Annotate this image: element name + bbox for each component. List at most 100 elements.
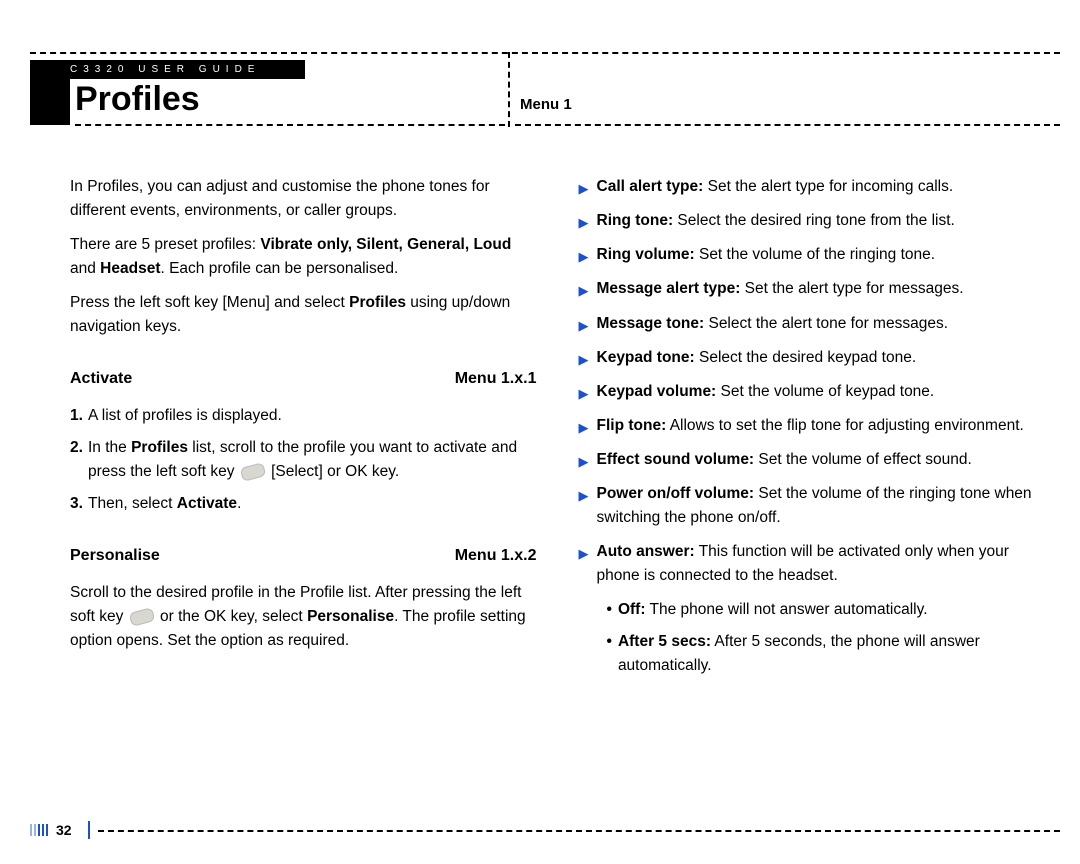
text: In the: [88, 439, 131, 456]
personalise-paragraph: Scroll to the desired profile in the Pro…: [70, 581, 537, 653]
arrow-icon: ▶: [579, 418, 589, 438]
profiles-bold: Profiles: [349, 294, 406, 311]
desc: Set the alert type for messages.: [740, 280, 963, 297]
term: Keypad volume:: [597, 383, 717, 400]
arrow-icon: ▶: [579, 384, 589, 404]
softkey-icon: [239, 462, 266, 482]
profiles-bold: Profiles: [131, 439, 188, 456]
page-title: Profiles: [75, 80, 200, 119]
option-text: Ring tone: Select the desired ring tone …: [597, 209, 955, 233]
option-text: Auto answer: This function will be activ…: [597, 540, 1046, 588]
footer-dashed-rule: [98, 830, 1060, 832]
sub-option-text: After 5 secs: After 5 seconds, the phone…: [618, 630, 1045, 678]
personalise-menu-ref: Menu 1.x.2: [455, 544, 537, 569]
text: .: [237, 495, 241, 512]
bullet-dot-icon: •: [607, 630, 612, 678]
bullet-dot-icon: •: [607, 598, 612, 622]
footer: 32: [30, 821, 1060, 839]
step-number: 2.: [70, 436, 88, 484]
arrow-icon: ▶: [579, 350, 589, 370]
footer-vertical-rule: [88, 821, 90, 839]
option-message-alert-type: ▶ Message alert type: Set the alert type…: [579, 277, 1046, 301]
option-text: Keypad tone: Select the desired keypad t…: [597, 346, 917, 370]
option-ring-volume: ▶ Ring volume: Set the volume of the rin…: [579, 243, 1046, 267]
option-text: Keypad volume: Set the volume of keypad …: [597, 380, 935, 404]
intro-paragraph-1: In Profiles, you can adjust and customis…: [70, 175, 537, 223]
option-text: Effect sound volume: Set the volume of e…: [597, 448, 972, 472]
desc: The phone will not answer automatically.: [645, 601, 927, 618]
activate-title: Activate: [70, 367, 132, 392]
step-2: 2. In the Profiles list, scroll to the p…: [70, 436, 537, 484]
option-keypad-volume: ▶ Keypad volume: Set the volume of keypa…: [579, 380, 1046, 404]
term: Message tone:: [597, 315, 705, 332]
term: Power on/off volume:: [597, 485, 755, 502]
activate-heading: Activate Menu 1.x.1: [70, 367, 537, 392]
text: Then, select: [88, 495, 177, 512]
desc: Set the volume of keypad tone.: [716, 383, 934, 400]
text: or the OK key, select: [156, 608, 307, 625]
softkey-icon: [128, 607, 155, 627]
preset-profiles-bold: Vibrate only, Silent, General, Loud: [260, 236, 511, 253]
option-effect-sound-volume: ▶ Effect sound volume: Set the volume of…: [579, 448, 1046, 472]
term: Ring tone:: [597, 212, 674, 229]
sub-option-text: Off: The phone will not answer automatic…: [618, 598, 928, 622]
intro-paragraph-2: There are 5 preset profiles: Vibrate onl…: [70, 233, 537, 281]
black-side-bar: [30, 75, 70, 125]
option-power-onoff-volume: ▶ Power on/off volume: Set the volume of…: [579, 482, 1046, 530]
step-3: 3. Then, select Activate.: [70, 492, 537, 516]
option-text: Flip tone: Allows to set the flip tone f…: [597, 414, 1024, 438]
top-dashed-rule: [30, 52, 1060, 54]
option-message-tone: ▶ Message tone: Select the alert tone fo…: [579, 312, 1046, 336]
arrow-icon: ▶: [579, 179, 589, 199]
option-text: Power on/off volume: Set the volume of t…: [597, 482, 1046, 530]
term: Call alert type:: [597, 178, 704, 195]
option-auto-answer: ▶ Auto answer: This function will be act…: [579, 540, 1046, 588]
arrow-icon: ▶: [579, 281, 589, 301]
text: [Select] or OK key.: [267, 463, 399, 480]
headset-bold: Headset: [100, 260, 160, 277]
desc: Select the desired ring tone from the li…: [673, 212, 955, 229]
term: After 5 secs:: [618, 633, 711, 650]
desc: Set the volume of the ringing tone.: [695, 246, 935, 263]
step-1: 1. A list of profiles is displayed.: [70, 404, 537, 428]
step-text: Then, select Activate.: [88, 492, 537, 516]
text: and: [70, 260, 100, 277]
term: Auto answer:: [597, 543, 695, 560]
desc: Select the alert tone for messages.: [704, 315, 948, 332]
personalise-heading: Personalise Menu 1.x.2: [70, 544, 537, 569]
right-column: ▶ Call alert type: Set the alert type fo…: [579, 175, 1046, 806]
step-text: A list of profiles is displayed.: [88, 404, 537, 428]
option-call-alert-type: ▶ Call alert type: Set the alert type fo…: [579, 175, 1046, 199]
term: Message alert type:: [597, 280, 741, 297]
step-number: 1.: [70, 404, 88, 428]
text: Press the left soft key [Menu] and selec…: [70, 294, 349, 311]
desc: Select the desired keypad tone.: [695, 349, 916, 366]
term: Keypad tone:: [597, 349, 695, 366]
desc: Allows to set the flip tone for adjustin…: [666, 417, 1024, 434]
intro-paragraph-3: Press the left soft key [Menu] and selec…: [70, 291, 537, 339]
text: There are 5 preset profiles:: [70, 236, 260, 253]
step-text: In the Profiles list, scroll to the prof…: [88, 436, 537, 484]
header-band: C3320 USER GUIDE: [30, 60, 305, 79]
personalise-title: Personalise: [70, 544, 160, 569]
arrow-icon: ▶: [579, 213, 589, 233]
option-ring-tone: ▶ Ring tone: Select the desired ring ton…: [579, 209, 1046, 233]
option-text: Call alert type: Set the alert type for …: [597, 175, 954, 199]
option-keypad-tone: ▶ Keypad tone: Select the desired keypad…: [579, 346, 1046, 370]
mid-dashed-rule-left: [75, 124, 505, 126]
desc: Set the volume of effect sound.: [754, 451, 972, 468]
content-columns: In Profiles, you can adjust and customis…: [70, 175, 1045, 806]
sub-option-after-5-secs: • After 5 secs: After 5 seconds, the pho…: [607, 630, 1046, 678]
vertical-dashed-separator: [508, 52, 510, 127]
activate-bold: Activate: [177, 495, 237, 512]
desc: Set the alert type for incoming calls.: [703, 178, 953, 195]
sub-option-off: • Off: The phone will not answer automat…: [607, 598, 1046, 622]
text: . Each profile can be personalised.: [160, 260, 398, 277]
term: Effect sound volume:: [597, 451, 755, 468]
arrow-icon: ▶: [579, 544, 589, 588]
term: Flip tone:: [597, 417, 667, 434]
mid-dashed-rule-right: [515, 124, 1060, 126]
option-text: Message alert type: Set the alert type f…: [597, 277, 964, 301]
menu-reference: Menu 1: [520, 96, 572, 113]
arrow-icon: ▶: [579, 486, 589, 530]
